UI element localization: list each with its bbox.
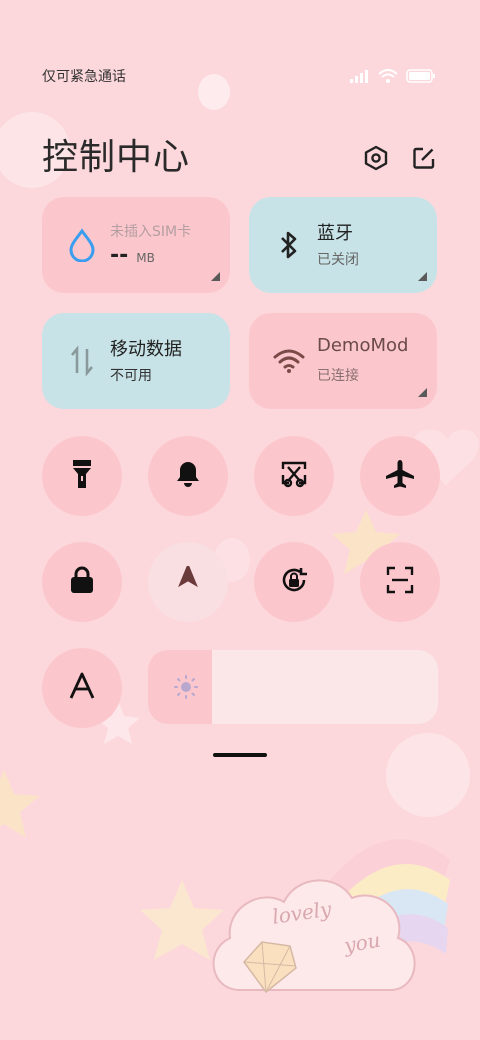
bubble-decoration: [386, 733, 470, 817]
location-toggle[interactable]: [148, 542, 228, 622]
silent-toggle[interactable]: [148, 436, 228, 516]
star-decoration: [140, 880, 224, 960]
bluetooth-status: 已关闭: [317, 252, 359, 268]
rainbow-decoration: [330, 839, 450, 960]
expand-corner-icon: [418, 388, 427, 397]
wifi-icon: [378, 68, 398, 87]
cloud-decoration: [212, 879, 416, 991]
bell-icon: [174, 459, 202, 493]
data-usage-unit: MB: [136, 251, 155, 265]
status-icons: [350, 68, 436, 87]
location-arrow-icon: [174, 563, 202, 598]
screenshot-toggle[interactable]: [254, 436, 334, 516]
mobile-data-label: 移动数据: [110, 339, 182, 360]
scan-icon: [385, 565, 415, 599]
font-size-icon: [68, 672, 96, 704]
wifi-tile[interactable]: DemoMod 已连接: [249, 313, 437, 409]
signal-icon: [350, 68, 370, 87]
data-usage-value: --: [110, 243, 129, 268]
wifi-icon: [271, 343, 307, 379]
diamond-decoration: [243, 941, 297, 994]
font-size-toggle[interactable]: [42, 648, 122, 728]
settings-icon[interactable]: [362, 144, 390, 172]
expand-corner-icon: [418, 272, 427, 281]
star-decoration: [0, 770, 40, 838]
bubble-decoration: [198, 74, 230, 110]
flashlight-toggle[interactable]: [42, 436, 122, 516]
brightness-slider[interactable]: [148, 650, 438, 724]
rotation-lock-icon: [278, 564, 310, 600]
bluetooth-tile[interactable]: 蓝牙 已关闭: [249, 197, 437, 293]
bluetooth-label: 蓝牙: [317, 223, 353, 244]
mobile-data-status: 不可用: [110, 368, 152, 384]
screenshot-icon: [279, 459, 309, 493]
battery-icon: [406, 68, 436, 87]
scanner-toggle[interactable]: [360, 542, 440, 622]
edit-icon[interactable]: [410, 144, 438, 172]
airplane-mode-toggle[interactable]: [360, 436, 440, 516]
airplane-icon: [384, 458, 416, 494]
sim-status-label: 未插入SIM卡: [110, 224, 192, 240]
data-arrows-icon: [64, 343, 100, 379]
carrier-status: 仅可紧急通话: [42, 69, 126, 85]
lock-screen-toggle[interactable]: [42, 542, 122, 622]
page-title: 控制中心: [42, 137, 191, 178]
mobile-data-tile[interactable]: 移动数据 不可用: [42, 313, 230, 409]
flashlight-icon: [70, 458, 94, 494]
rotation-lock-toggle[interactable]: [254, 542, 334, 622]
brightness-icon: [174, 675, 198, 703]
sticker-text: you: [341, 928, 382, 958]
expand-corner-icon: [211, 272, 220, 281]
bluetooth-icon: [271, 227, 307, 263]
lock-icon: [68, 565, 96, 599]
home-indicator[interactable]: [213, 753, 267, 757]
data-usage-tile[interactable]: 未插入SIM卡 -- MB: [42, 197, 230, 293]
sticker-text: lovely: [271, 897, 334, 929]
water-drop-icon: [64, 227, 100, 263]
wifi-status: 已连接: [317, 368, 359, 384]
wifi-network-name: DemoMod: [317, 335, 409, 356]
